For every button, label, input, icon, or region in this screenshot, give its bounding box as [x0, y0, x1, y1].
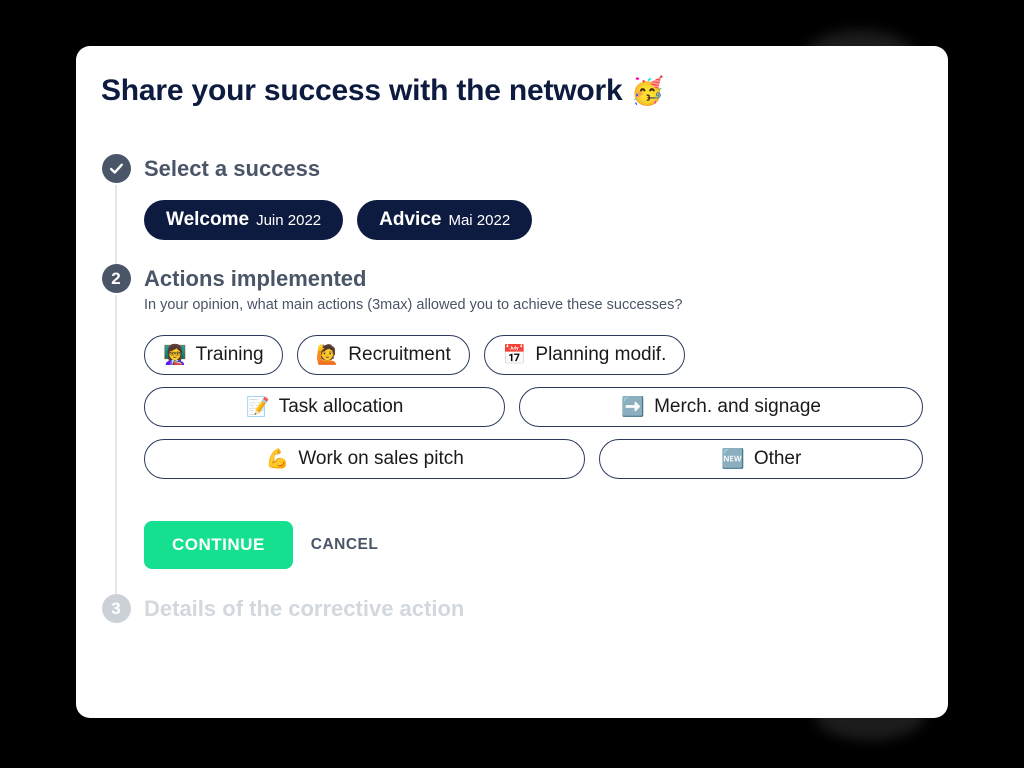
step-1-marker: [101, 154, 131, 264]
success-pill-advice[interactable]: Advice Mai 2022: [357, 200, 533, 240]
action-option-merch-and-signage[interactable]: ➡️ Merch. and signage: [519, 387, 924, 427]
action-option-label: Recruitment: [348, 344, 451, 365]
success-pill-list: Welcome Juin 2022 Advice Mai 2022: [144, 200, 923, 240]
step-3-number-circle: 3: [101, 594, 131, 623]
page-title: Share your success with the network 🥳: [101, 74, 664, 108]
teacher-icon: 👩‍🏫: [163, 344, 187, 366]
action-option-label: Task allocation: [278, 396, 404, 417]
form-actions: CONTINUE CANCEL: [144, 521, 923, 569]
step-1-heading: Select a success: [144, 156, 321, 181]
action-option-row-1: 👩‍🏫 Training 🙋 Recruitment 📅 Planning mo…: [144, 335, 923, 375]
success-pill-date: Mai 2022: [448, 212, 511, 229]
step-2-marker: 2: [101, 264, 131, 594]
action-option-row-3: 💪 Work on sales pitch 🆕 Other: [144, 439, 924, 479]
calendar-icon: 📅: [502, 344, 527, 366]
step-2-subtitle: In your opinion, what main actions (3max…: [144, 297, 683, 313]
action-option-label: Merch. and signage: [654, 396, 821, 417]
action-option-label: Work on sales pitch: [298, 448, 464, 469]
action-option-task-allocation[interactable]: 📝 Task allocation: [144, 387, 506, 427]
action-option-label: Planning modif.: [535, 344, 667, 365]
action-option-training[interactable]: 👩‍🏫 Training: [144, 335, 283, 375]
action-option-row-2: 📝 Task allocation ➡️ Merch. and signage: [144, 387, 924, 427]
action-option-planning-modif[interactable]: 📅 Planning modif.: [483, 335, 686, 375]
step-3-marker: 3: [101, 594, 131, 623]
action-option-label: Other: [753, 448, 802, 469]
flexed-biceps-icon: 💪: [265, 448, 290, 470]
continue-button[interactable]: CONTINUE: [144, 521, 293, 569]
raising-hand-icon: 🙋: [315, 344, 340, 366]
check-circle-icon: [101, 154, 131, 183]
action-option-list: 👩‍🏫 Training 🙋 Recruitment 📅 Planning mo…: [144, 335, 924, 479]
new-badge-icon: 🆕: [721, 448, 745, 470]
cancel-button[interactable]: CANCEL: [311, 536, 379, 554]
share-success-card: Share your success with the network 🥳 Se…: [76, 46, 948, 718]
action-option-label: Training: [195, 344, 264, 365]
step-details-of-corrective-action: 3 Details of the corrective action: [101, 594, 923, 634]
right-arrow-icon: ➡️: [621, 396, 646, 418]
step-connector-1: [115, 185, 117, 264]
page-title-text: Share your success with the network: [101, 74, 623, 107]
step-3-heading: Details of the corrective action: [144, 596, 465, 621]
step-actions-implemented: 2 Actions implemented In your opinion, w…: [101, 264, 924, 594]
action-option-other[interactable]: 🆕 Other: [599, 439, 924, 479]
action-option-recruitment[interactable]: 🙋 Recruitment: [296, 335, 470, 375]
success-pill-date: Juin 2022: [256, 212, 322, 229]
step-2-heading: Actions implemented: [144, 266, 367, 291]
step-select-a-success: Select a success Welcome Juin 2022 Advic…: [101, 154, 923, 264]
party-face-icon: 🥳: [630, 76, 665, 106]
success-pill-name: Advice: [379, 209, 442, 230]
memo-icon: 📝: [246, 396, 270, 418]
success-pill-welcome[interactable]: Welcome Juin 2022: [144, 200, 344, 240]
stepper: Select a success Welcome Juin 2022 Advic…: [101, 154, 924, 634]
step-connector-2: [115, 295, 117, 594]
action-option-work-on-sales-pitch[interactable]: 💪 Work on sales pitch: [144, 439, 586, 479]
success-pill-name: Welcome: [166, 209, 250, 230]
step-2-number-circle: 2: [101, 264, 131, 293]
